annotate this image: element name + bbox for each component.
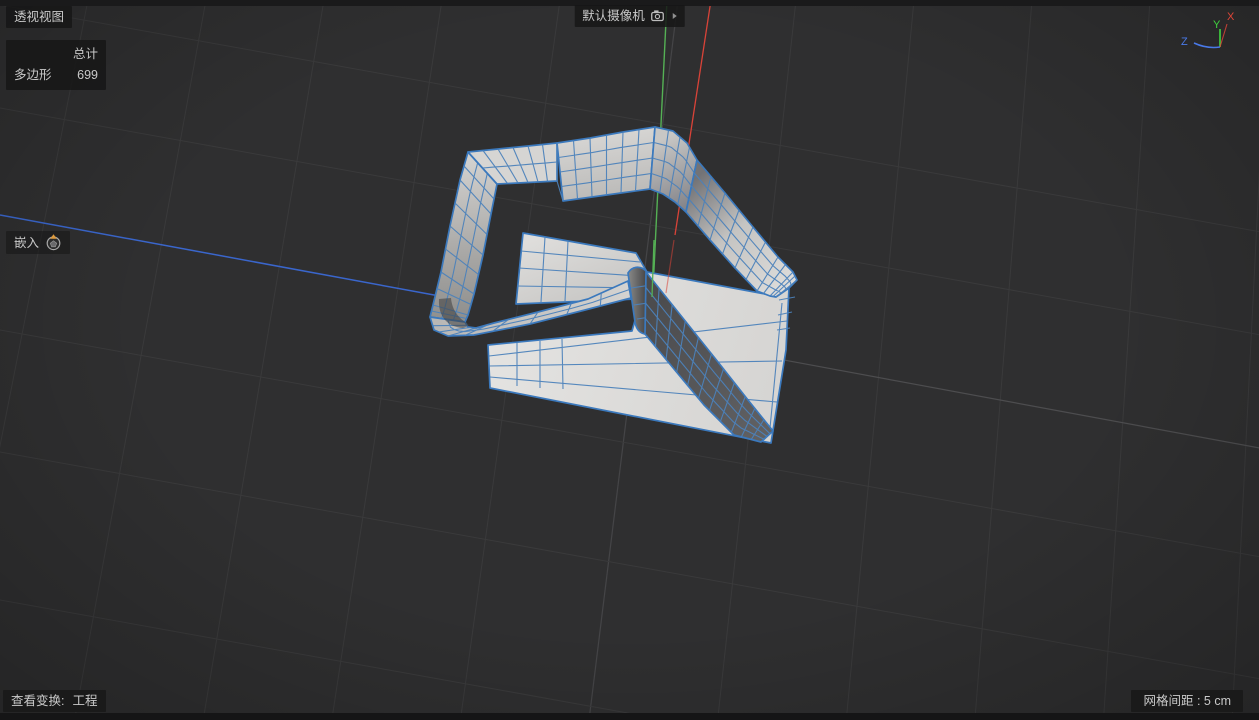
- camera-icon: [651, 10, 664, 22]
- model-mesh[interactable]: [429, 126, 798, 444]
- axis-gizmo-y-label: Y: [1213, 19, 1221, 31]
- status-view-transform-value: 工程: [72, 694, 98, 708]
- view-menu-label: 透视视图: [14, 10, 65, 24]
- camera-menu-button[interactable]: 默认摄像机: [574, 5, 685, 27]
- stats-row-label: 多边形: [14, 68, 52, 82]
- viewport-3d[interactable]: 透视视图 默认摄像机 总计 多边形 699 嵌入 查看变换: 工程 网格间距 :…: [0, 0, 1259, 720]
- stats-row-polygons: 多边形 699: [14, 65, 98, 86]
- axis-gizmo-lines: [1193, 23, 1228, 49]
- status-view-transform-label: 查看变换:: [11, 694, 65, 708]
- axis-ball-icon: [46, 234, 61, 251]
- bottom-edge-bar: [0, 713, 1259, 720]
- status-grid-spacing-label: 网格间距 : 5 cm: [1143, 694, 1231, 708]
- status-grid-spacing: 网格间距 : 5 cm: [1131, 690, 1243, 712]
- stats-panel: 总计 多边形 699: [6, 40, 106, 90]
- axis-gizmo-x-label: X: [1227, 11, 1235, 23]
- dropdown-arrow-icon: [672, 13, 677, 19]
- stats-row-value: 699: [77, 68, 98, 82]
- stats-header: 总计: [72, 47, 98, 61]
- status-view-transform: 查看变换: 工程: [3, 690, 106, 712]
- embed-tag[interactable]: 嵌入: [6, 231, 71, 254]
- scene-canvas: [0, 0, 1259, 720]
- embed-tag-label: 嵌入: [14, 235, 40, 250]
- axis-gizmo-z-label: Z: [1181, 36, 1188, 48]
- view-menu-button[interactable]: 透视视图: [6, 6, 73, 28]
- face-left-band: [429, 151, 498, 323]
- axis-gizmo[interactable]: X Y Z: [1167, 4, 1251, 62]
- camera-menu-label: 默认摄像机: [582, 9, 645, 23]
